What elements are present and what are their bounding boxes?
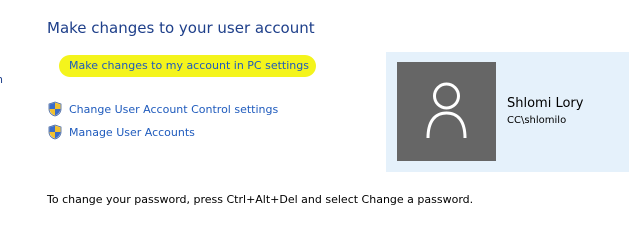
pc-settings-link-highlight: Make changes to my account in PC setting… [59, 55, 316, 77]
user-accounts-page: Make changes to your user account n Make… [0, 0, 635, 241]
user-silhouette-icon [426, 82, 467, 139]
uac-shield-icon [47, 101, 63, 117]
manage-user-accounts-link-label: Manage User Accounts [69, 125, 195, 139]
page-title: Make changes to your user account [47, 19, 315, 37]
user-display-name: Shlomi Lory [507, 96, 584, 111]
pc-settings-link[interactable]: Make changes to my account in PC setting… [69, 59, 309, 72]
avatar [397, 62, 496, 161]
uac-settings-link-label: Change User Account Control settings [69, 102, 279, 116]
uac-shield-icon [47, 124, 63, 140]
uac-settings-link[interactable]: Change User Account Control settings [47, 100, 278, 118]
password-change-note: To change your password, press Ctrl+Alt+… [47, 193, 474, 206]
manage-user-accounts-link[interactable]: Manage User Accounts [47, 123, 195, 141]
user-account-id: CC\shlomilo [507, 115, 567, 126]
user-account-card: Shlomi Lory CC\shlomilo [386, 52, 629, 172]
clipped-sidebar-text: n [0, 73, 3, 86]
